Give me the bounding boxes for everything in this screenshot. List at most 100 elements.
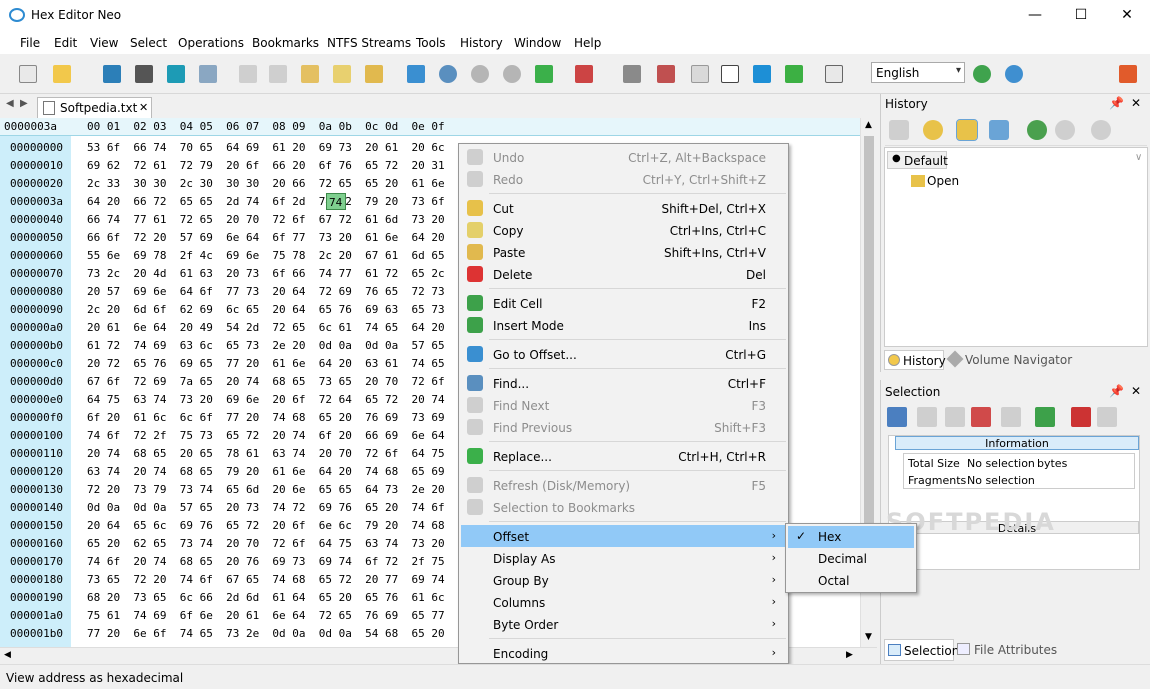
compare-icon[interactable] [654,62,678,86]
web-update-icon[interactable] [1002,62,1026,86]
hex-row[interactable]: 6f 20 61 6c 6c 6f 77 20 74 68 65 20 76 6… [87,411,445,424]
close-button[interactable]: ✕ [1104,0,1150,31]
hex-row[interactable]: 74 6f 72 2f 75 73 65 72 20 74 6f 20 66 6… [87,429,445,442]
export-selection-icon[interactable] [1071,407,1091,427]
menu-item-display-as[interactable]: Display As › [461,547,786,569]
deselect-icon[interactable] [917,407,937,427]
hex-row[interactable]: 75 61 74 69 6f 6e 20 61 6e 64 72 65 76 6… [87,609,445,622]
menu-item-cut[interactable]: Cut Shift+Del, Ctrl+X [461,197,786,219]
invert-selection-icon[interactable] [945,407,965,427]
history-tree-icon[interactable] [956,119,978,141]
menu-item-selection-to-bookmarks[interactable]: Selection to Bookmarks [461,496,786,518]
history-back-icon[interactable] [889,120,909,140]
history-settings-icon[interactable] [1091,120,1111,140]
find-next-icon[interactable] [468,62,492,86]
selection-split-icon[interactable] [1001,407,1021,427]
history-forward-icon[interactable] [1027,120,1047,140]
menu-item-paste[interactable]: Paste Shift+Ins, Ctrl+V [461,241,786,263]
hex-row[interactable]: 68 20 73 65 6c 66 2d 6d 61 64 65 20 65 7… [87,591,445,604]
hex-row[interactable]: 20 64 65 6c 69 76 65 72 20 6f 6e 6c 79 2… [87,519,445,532]
hex-row[interactable]: 63 74 20 74 68 65 79 20 61 6e 64 20 74 6… [87,465,445,478]
menu-file[interactable]: File [20,36,40,50]
selected-hex-cell[interactable]: 74 [326,193,346,210]
history-clear-icon[interactable] [1055,120,1075,140]
menu-ntfs-streams[interactable]: NTFS Streams [327,36,411,50]
hex-row[interactable]: 55 6e 69 78 2f 4c 69 6e 75 78 2c 20 67 6… [87,249,445,262]
pin-icon[interactable]: 📌 [1109,96,1124,110]
menu-item-offset[interactable]: Offset › [461,525,786,547]
menu-window[interactable]: Window [514,36,561,50]
submenu-item-hex[interactable]: ✓ Hex [788,526,914,548]
save-all-icon[interactable] [164,62,188,86]
hex-row[interactable]: 72 20 73 79 73 74 65 6d 20 6e 65 65 64 7… [87,483,445,496]
selection-range-icon[interactable] [971,407,991,427]
save-icon[interactable] [100,62,124,86]
tab-scroll-left-icon[interactable]: ◀ [6,98,14,109]
scroll-up-icon[interactable]: ▲ [865,120,872,130]
menu-item-edit-cell[interactable]: Edit Cell F2 [461,292,786,314]
maximize-button[interactable]: ☐ [1058,0,1104,31]
tab-softpedia[interactable]: Softpedia.txt ✕ [37,97,152,118]
close-tab-icon[interactable]: ✕ [139,101,148,114]
find-previous-icon[interactable] [500,62,524,86]
menu-item-go-to-offset[interactable]: Go to Offset... Ctrl+G [461,343,786,365]
menu-item-find[interactable]: Find... Ctrl+F [461,372,786,394]
hex-row[interactable]: 66 6f 72 20 57 69 6e 64 6f 77 73 20 61 6… [87,231,445,244]
import-selection-icon[interactable] [1097,407,1117,427]
close-panel-icon[interactable]: ✕ [1131,96,1141,110]
print-icon[interactable] [196,62,220,86]
language-select[interactable]: English ▾ [871,62,965,83]
hex-row[interactable]: 64 20 66 72 65 65 2d 74 6f 2d 74 72 79 2… [87,195,445,208]
hex-row[interactable]: 64 75 63 74 73 20 69 6e 20 6f 72 64 65 7… [87,393,445,406]
find-icon[interactable] [436,62,460,86]
menu-item-group-by[interactable]: Group By › [461,569,786,591]
pin-icon[interactable]: 📌 [1109,384,1124,398]
menu-help[interactable]: Help [574,36,601,50]
tab-selection[interactable]: Selection [884,639,959,661]
tab-file-attributes[interactable]: File Attributes [957,639,1147,661]
history-item-open[interactable]: Open [927,174,959,188]
tab-volume-navigator[interactable]: Volume Navigator [945,350,1149,370]
select-all-icon[interactable] [887,407,907,427]
hex-row[interactable]: 73 65 72 20 74 6f 67 65 74 68 65 72 20 7… [87,573,445,586]
menu-item-encoding[interactable]: Encoding › [461,642,786,664]
hex-row[interactable]: 69 62 72 61 72 79 20 6f 66 20 6f 76 65 7… [87,159,445,172]
menu-item-find-next[interactable]: Find Next F3 [461,394,786,416]
binary-icon[interactable] [718,62,742,86]
hex-row[interactable]: 2c 20 6d 6f 62 69 6c 65 20 64 65 76 69 6… [87,303,445,316]
hex-row[interactable]: 20 72 65 76 69 65 77 20 61 6e 64 20 63 6… [87,357,445,370]
add-language-icon[interactable] [970,62,994,86]
tab-default[interactable]: ● Default [887,151,948,169]
history-branch-icon[interactable] [989,120,1009,140]
menu-view[interactable]: View [90,36,118,50]
close-panel-icon[interactable]: ✕ [1131,384,1141,398]
hex-row[interactable]: 65 20 62 65 73 74 20 70 72 6f 64 75 63 7… [87,537,445,550]
hex-row[interactable]: 67 6f 72 69 7a 65 20 74 68 65 73 65 20 7… [87,375,445,388]
menu-item-copy[interactable]: Copy Ctrl+Ins, Ctrl+C [461,219,786,241]
hex-row[interactable]: 20 61 6e 64 20 49 54 2d 72 65 6c 61 74 6… [87,321,445,334]
structure-icon[interactable] [688,62,712,86]
settings-icon[interactable] [1116,62,1140,86]
tab-scroll-right-icon[interactable]: ▶ [20,98,28,109]
pattern-icon[interactable] [620,62,644,86]
replace-icon[interactable] [532,62,556,86]
menu-select[interactable]: Select [130,36,167,50]
goto-offset-icon[interactable] [404,62,428,86]
submenu-item-octal[interactable]: Octal [788,570,914,592]
menu-edit[interactable]: Edit [54,36,77,50]
hex-row[interactable]: 77 20 6e 6f 74 65 73 2e 0d 0a 0d 0a 54 6… [87,627,445,640]
minimize-button[interactable]: — [1012,0,1058,31]
scroll-right-icon[interactable]: ▶ [846,650,853,660]
menu-operations[interactable]: Operations [178,36,244,50]
check-icon[interactable] [1035,407,1055,427]
copy-icon[interactable] [330,62,354,86]
hex-row[interactable]: 20 74 68 65 20 65 78 61 63 74 20 70 72 6… [87,447,445,460]
help-f1-icon[interactable] [822,62,846,86]
menu-tools[interactable]: Tools [416,36,446,50]
marker-icon[interactable] [782,62,806,86]
hex-row[interactable]: 66 74 77 61 72 65 20 70 72 6f 67 72 61 6… [87,213,445,226]
chevron-down-icon[interactable]: ∨ [1135,152,1142,163]
hex-row[interactable]: 61 72 74 69 63 6c 65 73 2e 20 0d 0a 0d 0… [87,339,445,352]
fullscreen-icon[interactable] [750,62,774,86]
menu-item-find-previous[interactable]: Find Previous Shift+F3 [461,416,786,438]
